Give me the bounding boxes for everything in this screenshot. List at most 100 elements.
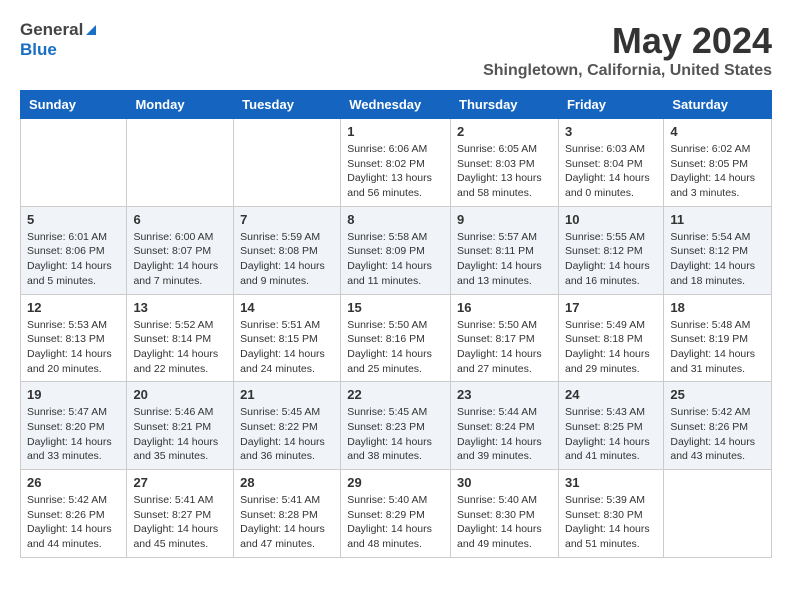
calendar-cell: 2 Sunrise: 6:05 AMSunset: 8:03 PMDaylight… (451, 119, 559, 207)
day-number: 11 (670, 212, 765, 227)
day-number: 4 (670, 124, 765, 139)
cell-content: Sunrise: 6:00 AMSunset: 8:07 PMDaylight:… (133, 230, 227, 289)
calendar-table: SundayMondayTuesdayWednesdayThursdayFrid… (20, 90, 772, 558)
location-title: Shingletown, California, United States (483, 62, 772, 80)
cell-content: Sunrise: 5:51 AMSunset: 8:15 PMDaylight:… (240, 318, 334, 377)
weekday-header-row: SundayMondayTuesdayWednesdayThursdayFrid… (21, 91, 772, 119)
cell-content: Sunrise: 5:47 AMSunset: 8:20 PMDaylight:… (27, 405, 120, 464)
calendar-week-row: 19Sunrise: 5:47 AMSunset: 8:20 PMDayligh… (21, 382, 772, 470)
day-number: 23 (457, 387, 552, 402)
weekday-header-cell: Sunday (21, 91, 127, 119)
cell-content: Sunrise: 5:55 AMSunset: 8:12 PMDaylight:… (565, 230, 657, 289)
calendar-cell: 8Sunrise: 5:58 AMSunset: 8:09 PMDaylight… (341, 206, 451, 294)
calendar-cell: 1 Sunrise: 6:06 AMSunset: 8:02 PMDaylight… (341, 119, 451, 207)
cell-content: Sunrise: 5:42 AMSunset: 8:26 PMDaylight:… (670, 405, 765, 464)
cell-content: Sunrise: 5:41 AMSunset: 8:27 PMDaylight:… (133, 493, 227, 552)
calendar-cell: 18 Sunrise: 5:48 AMSunset: 8:19 PMDayligh… (664, 294, 772, 382)
day-number: 30 (457, 475, 552, 490)
day-number: 14 (240, 300, 334, 315)
day-number: 3 (565, 124, 657, 139)
cell-content: Sunrise: 5:57 AMSunset: 8:11 PMDaylight:… (457, 230, 552, 289)
weekday-header-cell: Thursday (451, 91, 559, 119)
calendar-cell: 20Sunrise: 5:46 AMSunset: 8:21 PMDayligh… (127, 382, 234, 470)
title-area: May 2024 Shingletown, California, United… (483, 20, 772, 80)
cell-content: Sunrise: 5:44 AMSunset: 8:24 PMDaylight:… (457, 405, 552, 464)
calendar-cell: 26 Sunrise: 5:42 AMSunset: 8:26 PMDayligh… (21, 470, 127, 558)
day-number: 31 (565, 475, 657, 490)
cell-content: Sunrise: 6:05 AMSunset: 8:03 PMDaylight:… (457, 142, 552, 201)
calendar-cell: 23 Sunrise: 5:44 AMSunset: 8:24 PMDayligh… (451, 382, 559, 470)
day-number: 15 (347, 300, 444, 315)
cell-content: Sunrise: 6:03 AMSunset: 8:04 PMDaylight:… (565, 142, 657, 201)
day-number: 24 (565, 387, 657, 402)
calendar-cell: 16 Sunrise: 5:50 AMSunset: 8:17 PMDayligh… (451, 294, 559, 382)
day-number: 17 (565, 300, 657, 315)
day-number: 18 (670, 300, 765, 315)
calendar-week-row: 5 Sunrise: 6:01 AMSunset: 8:06 PMDaylight… (21, 206, 772, 294)
calendar-cell (127, 119, 234, 207)
cell-content: Sunrise: 5:49 AMSunset: 8:18 PMDaylight:… (565, 318, 657, 377)
day-number: 22 (347, 387, 444, 402)
month-title: May 2024 (483, 20, 772, 62)
day-number: 21 (240, 387, 334, 402)
cell-content: Sunrise: 5:42 AMSunset: 8:26 PMDaylight:… (27, 493, 120, 552)
calendar-cell: 13Sunrise: 5:52 AMSunset: 8:14 PMDayligh… (127, 294, 234, 382)
cell-content: Sunrise: 5:43 AMSunset: 8:25 PMDaylight:… (565, 405, 657, 464)
cell-content: Sunrise: 5:45 AMSunset: 8:23 PMDaylight:… (347, 405, 444, 464)
cell-content: Sunrise: 5:58 AMSunset: 8:09 PMDaylight:… (347, 230, 444, 289)
calendar-cell: 9 Sunrise: 5:57 AMSunset: 8:11 PMDaylight… (451, 206, 559, 294)
cell-content: Sunrise: 5:48 AMSunset: 8:19 PMDaylight:… (670, 318, 765, 377)
calendar-cell: 7Sunrise: 5:59 AMSunset: 8:08 PMDaylight… (234, 206, 341, 294)
logo-blue-text: Blue (20, 40, 57, 60)
cell-content: Sunrise: 5:52 AMSunset: 8:14 PMDaylight:… (133, 318, 227, 377)
cell-content: Sunrise: 5:45 AMSunset: 8:22 PMDaylight:… (240, 405, 334, 464)
day-number: 29 (347, 475, 444, 490)
calendar-cell: 25 Sunrise: 5:42 AMSunset: 8:26 PMDayligh… (664, 382, 772, 470)
calendar-cell: 24 Sunrise: 5:43 AMSunset: 8:25 PMDayligh… (558, 382, 663, 470)
day-number: 1 (347, 124, 444, 139)
logo-general-text: General (20, 20, 83, 40)
weekday-header-cell: Monday (127, 91, 234, 119)
calendar-cell: 30 Sunrise: 5:40 AMSunset: 8:30 PMDayligh… (451, 470, 559, 558)
weekday-header-cell: Saturday (664, 91, 772, 119)
cell-content: Sunrise: 5:40 AMSunset: 8:30 PMDaylight:… (457, 493, 552, 552)
calendar-week-row: 12 Sunrise: 5:53 AMSunset: 8:13 PMDayligh… (21, 294, 772, 382)
cell-content: Sunrise: 6:01 AMSunset: 8:06 PMDaylight:… (27, 230, 120, 289)
day-number: 2 (457, 124, 552, 139)
day-number: 25 (670, 387, 765, 402)
day-number: 9 (457, 212, 552, 227)
calendar-cell: 11 Sunrise: 5:54 AMSunset: 8:12 PMDayligh… (664, 206, 772, 294)
calendar-cell: 22 Sunrise: 5:45 AMSunset: 8:23 PMDayligh… (341, 382, 451, 470)
logo: General Blue (20, 20, 98, 60)
calendar-cell: 31 Sunrise: 5:39 AMSunset: 8:30 PMDayligh… (558, 470, 663, 558)
cell-content: Sunrise: 5:50 AMSunset: 8:16 PMDaylight:… (347, 318, 444, 377)
calendar-week-row: 26 Sunrise: 5:42 AMSunset: 8:26 PMDayligh… (21, 470, 772, 558)
day-number: 12 (27, 300, 120, 315)
day-number: 6 (133, 212, 227, 227)
calendar-cell: 15 Sunrise: 5:50 AMSunset: 8:16 PMDayligh… (341, 294, 451, 382)
day-number: 16 (457, 300, 552, 315)
calendar-cell: 4 Sunrise: 6:02 AMSunset: 8:05 PMDaylight… (664, 119, 772, 207)
day-number: 10 (565, 212, 657, 227)
day-number: 7 (240, 212, 334, 227)
cell-content: Sunrise: 5:39 AMSunset: 8:30 PMDaylight:… (565, 493, 657, 552)
weekday-header-cell: Wednesday (341, 91, 451, 119)
cell-content: Sunrise: 6:02 AMSunset: 8:05 PMDaylight:… (670, 142, 765, 201)
calendar-cell: 6 Sunrise: 6:00 AMSunset: 8:07 PMDaylight… (127, 206, 234, 294)
calendar-cell: 19Sunrise: 5:47 AMSunset: 8:20 PMDayligh… (21, 382, 127, 470)
cell-content: Sunrise: 5:54 AMSunset: 8:12 PMDaylight:… (670, 230, 765, 289)
day-number: 27 (133, 475, 227, 490)
calendar-cell: 12 Sunrise: 5:53 AMSunset: 8:13 PMDayligh… (21, 294, 127, 382)
cell-content: Sunrise: 6:06 AMSunset: 8:02 PMDaylight:… (347, 142, 444, 201)
weekday-header-cell: Tuesday (234, 91, 341, 119)
day-number: 5 (27, 212, 120, 227)
cell-content: Sunrise: 5:53 AMSunset: 8:13 PMDaylight:… (27, 318, 120, 377)
calendar-cell: 14 Sunrise: 5:51 AMSunset: 8:15 PMDayligh… (234, 294, 341, 382)
calendar-cell: 29Sunrise: 5:40 AMSunset: 8:29 PMDayligh… (341, 470, 451, 558)
day-number: 26 (27, 475, 120, 490)
cell-content: Sunrise: 5:50 AMSunset: 8:17 PMDaylight:… (457, 318, 552, 377)
calendar-cell: 17 Sunrise: 5:49 AMSunset: 8:18 PMDayligh… (558, 294, 663, 382)
header: General Blue May 2024 Shingletown, Calif… (20, 20, 772, 80)
weekday-header-cell: Friday (558, 91, 663, 119)
day-number: 20 (133, 387, 227, 402)
